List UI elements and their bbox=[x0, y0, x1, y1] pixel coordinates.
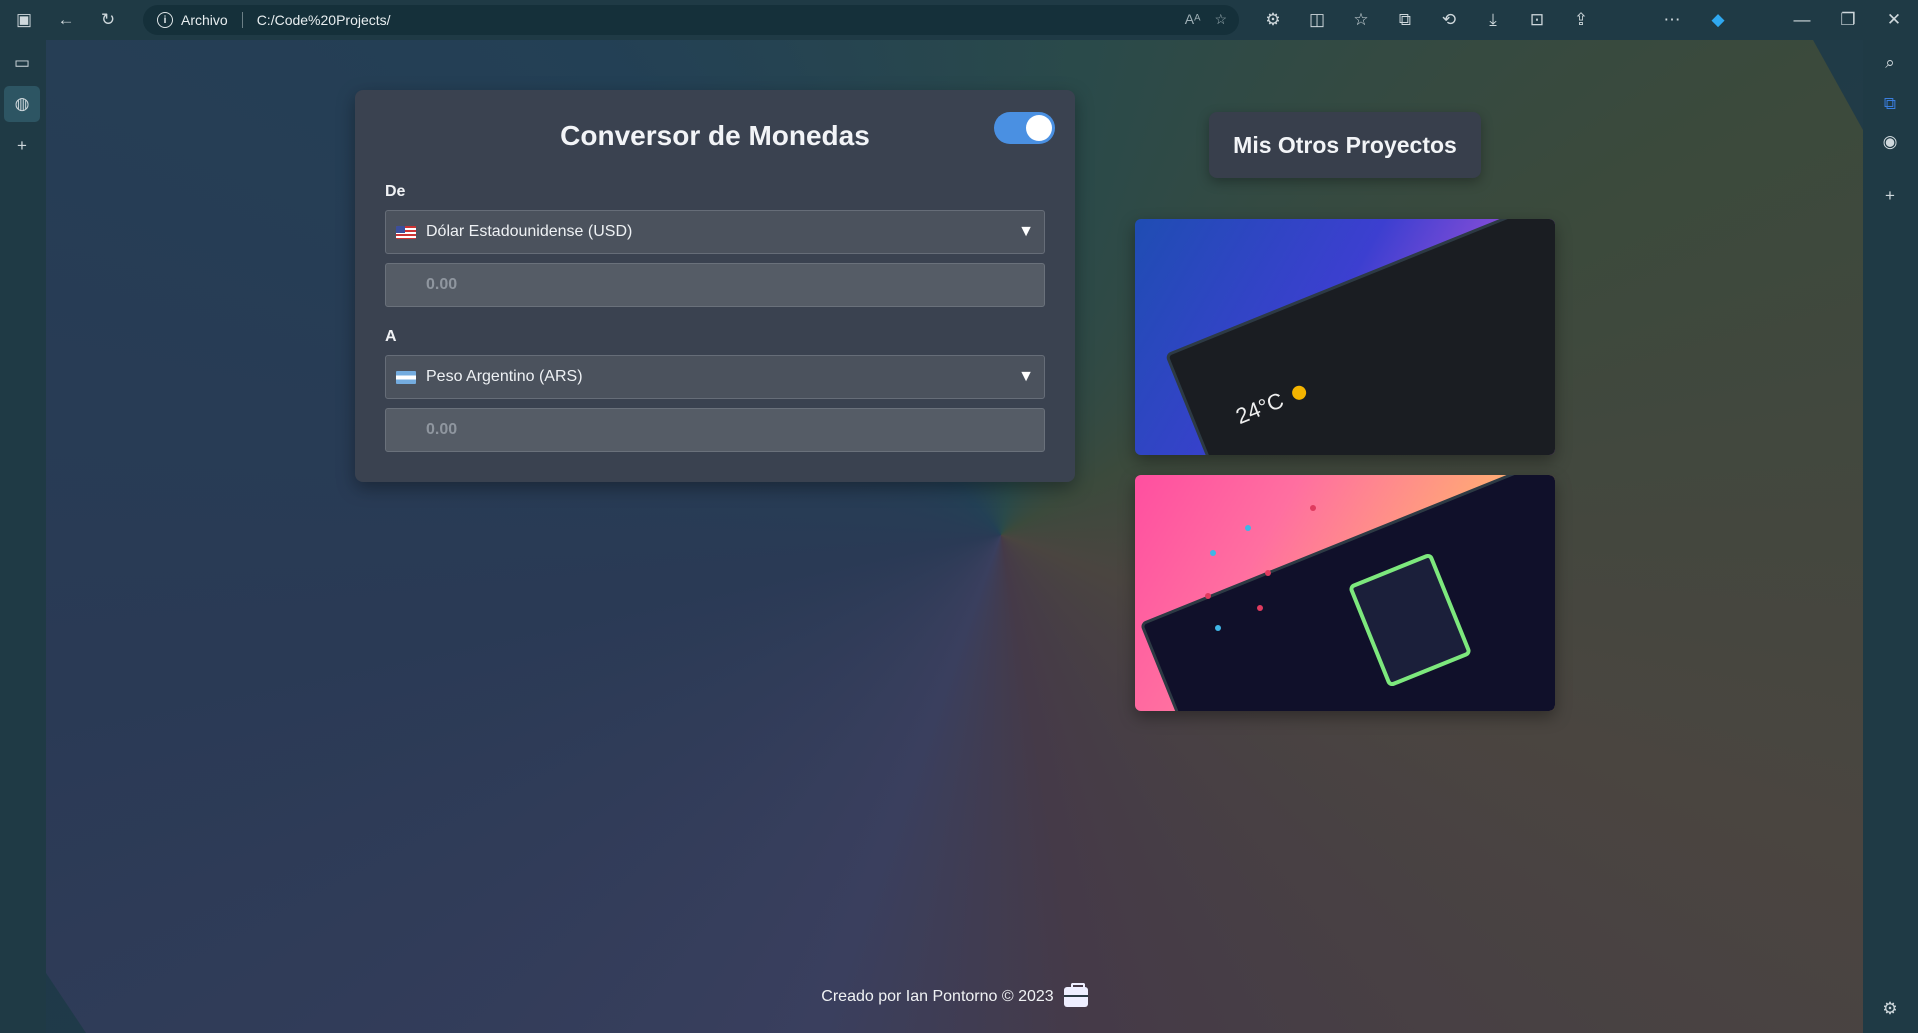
browser-toolbar: ▣ ← ↻ i Archivo C:/Code%20Projects/ Aᴬ ☆… bbox=[0, 0, 1918, 40]
share-icon[interactable]: ⇪ bbox=[1563, 2, 1599, 38]
right-sidebar: ⌕ ⧉ ◉ + ⚙ bbox=[1863, 40, 1918, 1033]
read-aloud-icon[interactable]: Aᴬ bbox=[1185, 11, 1201, 28]
calculator-project-card[interactable] bbox=[1135, 475, 1555, 711]
weather-project-card[interactable]: 24°C bbox=[1135, 219, 1555, 455]
url-text[interactable]: C:/Code%20Projects/ bbox=[257, 12, 391, 28]
projects-title: Mis Otros Proyectos bbox=[1209, 112, 1481, 178]
close-icon[interactable]: ✕ bbox=[1876, 2, 1912, 38]
currency-converter-card: Conversor de Monedas De Dólar Estadounid… bbox=[355, 90, 1075, 482]
weather-temp: 24°C bbox=[1232, 387, 1288, 430]
to-amount-input[interactable]: 0.00 bbox=[385, 408, 1045, 452]
from-currency-value: Dólar Estadounidense (USD) bbox=[426, 223, 633, 240]
copilot-icon[interactable]: ◆ bbox=[1700, 2, 1736, 38]
new-tab-icon[interactable]: + bbox=[4, 128, 40, 164]
decorative-dot bbox=[1210, 550, 1216, 556]
add-sidebar-app-icon[interactable]: + bbox=[1872, 178, 1908, 214]
sun-icon bbox=[1290, 383, 1309, 402]
settings-gear-icon[interactable]: ⚙ bbox=[1872, 991, 1908, 1027]
from-label: De bbox=[385, 183, 406, 200]
to-currency-select[interactable]: Peso Argentino (ARS) ▼ bbox=[385, 355, 1045, 399]
refresh-icon[interactable]: ↻ bbox=[90, 2, 126, 38]
favorite-star-icon[interactable]: ☆ bbox=[1214, 11, 1227, 28]
dropdown-arrow-icon: ▼ bbox=[1018, 223, 1034, 240]
briefcase-icon[interactable] bbox=[1063, 983, 1088, 1007]
decorative-dot bbox=[1310, 505, 1316, 511]
downloads-icon[interactable]: ⤓ bbox=[1475, 2, 1511, 38]
extensions-icon[interactable]: ⚙ bbox=[1255, 2, 1291, 38]
history-icon[interactable]: ⟲ bbox=[1431, 2, 1467, 38]
us-flag-icon bbox=[396, 225, 416, 239]
screenshot-icon[interactable]: ⊡ bbox=[1519, 2, 1555, 38]
address-label: Archivo bbox=[181, 12, 228, 28]
argentina-flag-icon bbox=[396, 370, 416, 384]
back-icon[interactable]: ← bbox=[48, 2, 84, 38]
translator-icon[interactable]: ⧉ bbox=[1872, 86, 1908, 122]
left-sidebar: ▭ ◍ + bbox=[0, 40, 46, 1033]
collections-icon[interactable]: ⧉ bbox=[1387, 2, 1423, 38]
from-currency-select[interactable]: Dólar Estadounidense (USD) ▼ bbox=[385, 210, 1045, 254]
decorative-dot bbox=[1245, 525, 1251, 531]
decorative-corner bbox=[1813, 40, 1863, 130]
page-footer: Creado por Ian Pontorno © 2023 bbox=[46, 983, 1863, 1007]
restore-icon[interactable]: ❐ bbox=[1830, 2, 1866, 38]
address-bar[interactable]: i Archivo C:/Code%20Projects/ Aᴬ ☆ bbox=[143, 5, 1239, 35]
page-viewport: Conversor de Monedas De Dólar Estadounid… bbox=[46, 40, 1863, 1033]
to-currency-value: Peso Argentino (ARS) bbox=[426, 368, 583, 385]
split-screen-icon[interactable]: ◫ bbox=[1299, 2, 1335, 38]
decorative-dot bbox=[1257, 605, 1263, 611]
active-tab-icon[interactable]: ◍ bbox=[4, 86, 40, 122]
decorative-dot bbox=[1265, 570, 1271, 576]
weather-app-preview: 24°C bbox=[1164, 219, 1555, 455]
minimize-icon[interactable]: — bbox=[1784, 2, 1820, 38]
favorites-icon[interactable]: ☆ bbox=[1343, 2, 1379, 38]
workspaces-icon[interactable]: ▣ bbox=[6, 2, 42, 38]
toggle-knob bbox=[1026, 115, 1052, 141]
address-separator bbox=[241, 12, 243, 28]
search-icon[interactable]: ⌕ bbox=[1872, 45, 1908, 81]
from-amount-input[interactable]: 0.00 bbox=[385, 263, 1045, 307]
decorative-dot bbox=[1205, 593, 1211, 599]
converter-title: Conversor de Monedas bbox=[560, 120, 870, 151]
more-icon[interactable]: ⋯ bbox=[1654, 2, 1690, 38]
tab-actions-icon[interactable]: ▭ bbox=[4, 45, 40, 81]
calculator-app-preview bbox=[1139, 475, 1555, 711]
theme-toggle[interactable] bbox=[994, 112, 1055, 144]
dropdown-arrow-icon: ▼ bbox=[1018, 368, 1034, 385]
info-icon[interactable]: i bbox=[157, 12, 173, 28]
tools-icon[interactable]: ◉ bbox=[1872, 124, 1908, 160]
to-label: A bbox=[385, 328, 397, 345]
footer-text: Creado por Ian Pontorno © 2023 bbox=[821, 988, 1054, 1005]
decorative-dot bbox=[1215, 625, 1221, 631]
